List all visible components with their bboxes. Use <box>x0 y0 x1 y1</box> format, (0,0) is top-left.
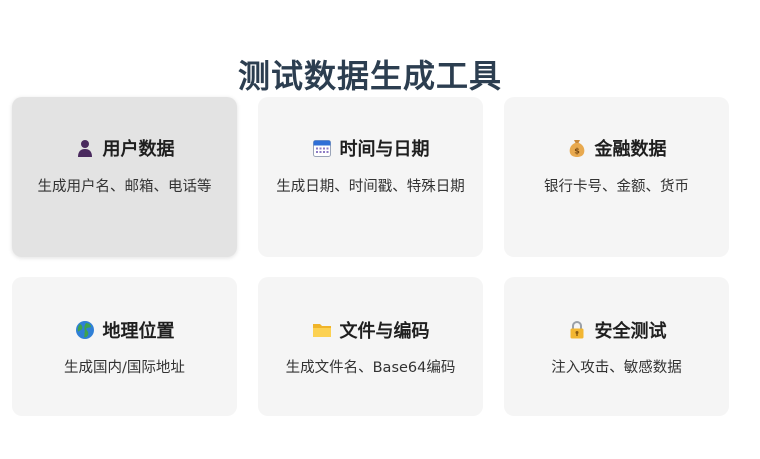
card-title: 文件与编码 <box>339 321 430 342</box>
tool-card-grid: 用户数据 生成用户名、邮箱、电话等 时间与日期 生成日期、时间戳、特殊日期 $ … <box>12 97 729 416</box>
card-description: 生成文件名、Base64编码 <box>285 360 456 376</box>
user-icon <box>75 138 95 158</box>
calendar-icon <box>312 138 332 158</box>
card-title: 金融数据 <box>594 139 667 160</box>
card-header: 地理位置 <box>30 317 219 343</box>
card-title: 地理位置 <box>102 321 175 342</box>
card-time-date[interactable]: 时间与日期 生成日期、时间戳、特殊日期 <box>258 97 483 257</box>
card-file-encoding[interactable]: 文件与编码 生成文件名、Base64编码 <box>258 277 483 416</box>
card-user-data[interactable]: 用户数据 生成用户名、邮箱、电话等 <box>12 97 237 257</box>
page-title: 测试数据生成工具 <box>237 57 502 96</box>
card-title: 安全测试 <box>594 321 667 342</box>
card-description: 银行卡号、金额、货币 <box>544 179 689 195</box>
card-header: 用户数据 <box>30 135 219 161</box>
svg-text:$: $ <box>574 147 580 156</box>
card-header: $ 金融数据 <box>522 135 711 161</box>
card-title: 时间与日期 <box>339 139 430 160</box>
lock-icon <box>567 320 587 340</box>
card-title: 用户数据 <box>102 139 175 160</box>
card-description: 注入攻击、敏感数据 <box>551 360 682 376</box>
card-description: 生成用户名、邮箱、电话等 <box>37 179 212 195</box>
money-bag-icon: $ <box>567 138 587 158</box>
card-security-test[interactable]: 安全测试 注入攻击、敏感数据 <box>504 277 729 416</box>
folder-icon <box>312 320 332 340</box>
card-description: 生成国内/国际地址 <box>64 360 185 376</box>
globe-icon <box>75 320 95 340</box>
card-header: 安全测试 <box>522 317 711 343</box>
card-finance-data[interactable]: $ 金融数据 银行卡号、金额、货币 <box>504 97 729 257</box>
card-geo-location[interactable]: 地理位置 生成国内/国际地址 <box>12 277 237 416</box>
card-description: 生成日期、时间戳、特殊日期 <box>276 179 465 195</box>
card-header: 文件与编码 <box>276 317 465 343</box>
page: 测试数据生成工具 用户数据 生成用户名、邮箱、电话等 时间与日期 生成日期、时间… <box>0 0 760 459</box>
card-header: 时间与日期 <box>276 135 465 161</box>
